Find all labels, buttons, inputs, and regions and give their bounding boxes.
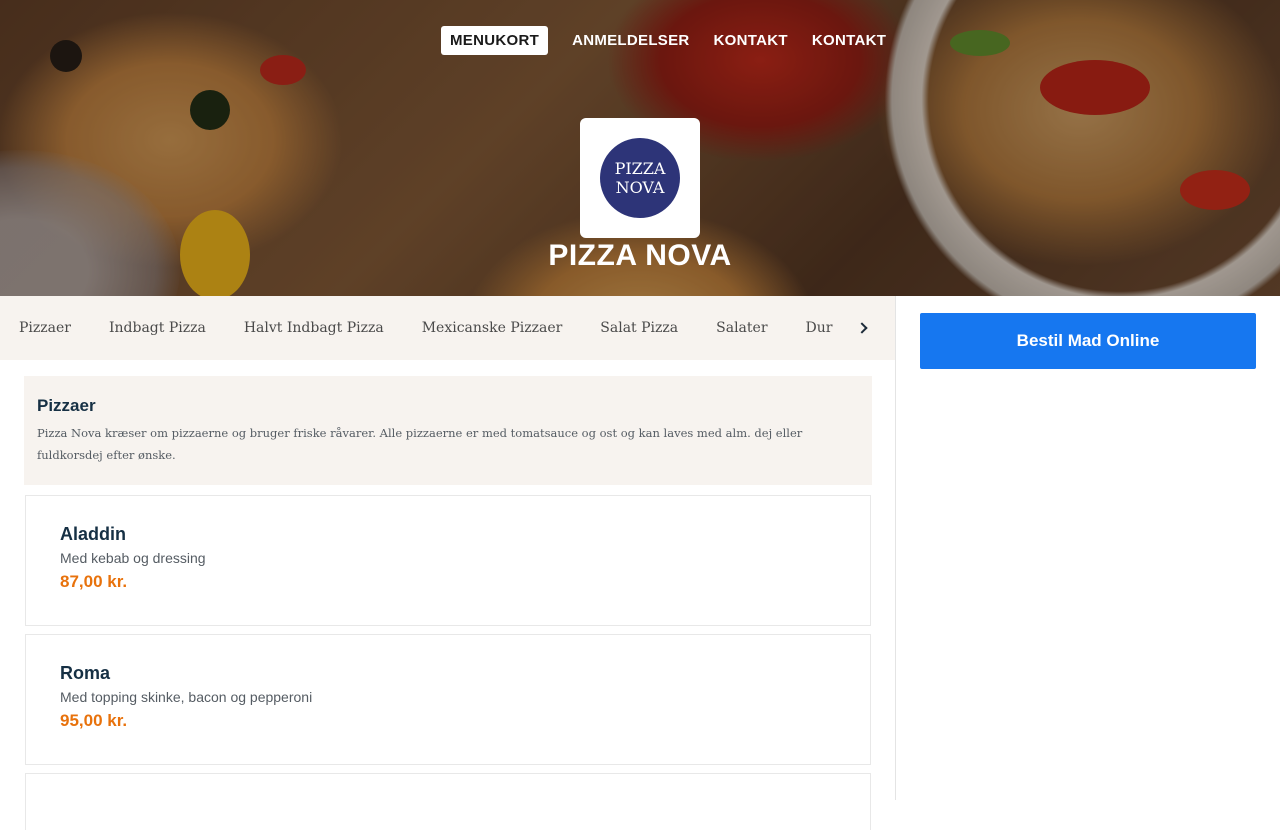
category-salater[interactable]: Salater xyxy=(697,320,786,336)
hero-banner: MENUKORT ANMELDELSER KONTAKT KONTAKT PIZ… xyxy=(0,0,1280,296)
category-pizzaer[interactable]: Pizzaer xyxy=(0,320,90,336)
restaurant-name: PIZZA NOVA xyxy=(548,239,732,272)
menu-item-card-partial[interactable] xyxy=(25,773,871,830)
category-list: Pizzaer Indbagt Pizza Halvt Indbagt Pizz… xyxy=(0,296,874,360)
category-next-button[interactable] xyxy=(833,296,895,360)
menu-item-card[interactable]: Aladdin Med kebab og dressing 87,00 kr. xyxy=(25,495,871,626)
order-online-button[interactable]: Bestil Mad Online xyxy=(920,313,1256,369)
menu-item-price: 95,00 kr. xyxy=(60,711,128,730)
nav-kontakt[interactable]: KONTAKT xyxy=(702,26,800,55)
menu-item-name: Aladdin xyxy=(60,524,126,544)
category-bar: Pizzaer Indbagt Pizza Halvt Indbagt Pizz… xyxy=(0,296,895,360)
nav-kontakt-2[interactable]: KONTAKT xyxy=(800,26,898,55)
section-title: Pizzaer xyxy=(37,396,96,415)
column-divider xyxy=(895,296,896,800)
nav-menukort[interactable]: MENUKORT xyxy=(441,26,549,55)
category-salat-pizza[interactable]: Salat Pizza xyxy=(581,320,697,336)
menu-item-name: Roma xyxy=(60,663,111,683)
restaurant-logo: PIZZA NOVA xyxy=(580,118,700,238)
menu-item-price: 87,00 kr. xyxy=(60,572,128,591)
category-indbagt-pizza[interactable]: Indbagt Pizza xyxy=(90,320,225,336)
category-mexicanske-pizzaer[interactable]: Mexicanske Pizzaer xyxy=(403,320,582,336)
top-navigation: MENUKORT ANMELDELSER KONTAKT KONTAKT xyxy=(441,26,898,55)
chevron-right-icon xyxy=(856,322,868,334)
logo-text-line1: PIZZA xyxy=(614,159,666,178)
menu-item-description: Med topping skinke, bacon og pepperoni xyxy=(60,689,313,705)
category-halvt-indbagt-pizza[interactable]: Halvt Indbagt Pizza xyxy=(225,320,403,336)
nav-anmeldelser[interactable]: ANMELDELSER xyxy=(560,26,701,55)
menu-item-description: Med kebab og dressing xyxy=(60,550,206,566)
section-header: Pizzaer Pizza Nova kræser om pizzaerne o… xyxy=(24,376,872,485)
logo-text-line2: NOVA xyxy=(615,178,665,197)
section-description: Pizza Nova kræser om pizzaerne og bruger… xyxy=(37,426,803,462)
menu-item-card[interactable]: Roma Med topping skinke, bacon og pepper… xyxy=(25,634,871,765)
logo-emblem: PIZZA NOVA xyxy=(600,138,680,218)
